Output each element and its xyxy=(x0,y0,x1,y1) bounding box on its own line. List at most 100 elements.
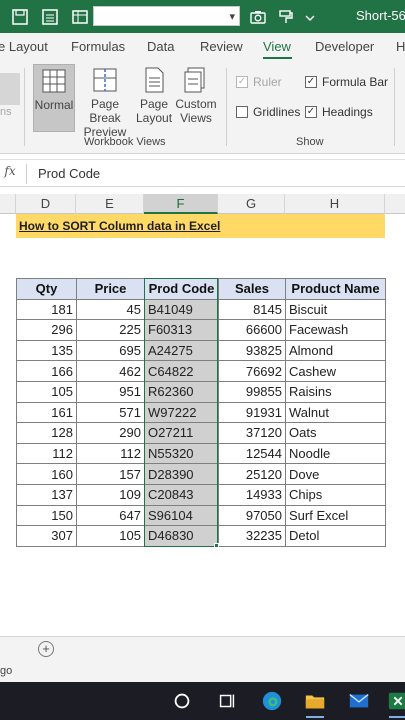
cell-qty[interactable]: 128 xyxy=(16,422,77,444)
cell-prod-code[interactable]: B41049 xyxy=(144,298,219,321)
cell-prod-code[interactable]: C64822 xyxy=(144,360,219,382)
formula-input[interactable]: Prod Code xyxy=(38,166,100,181)
customize-dropdown-icon[interactable] xyxy=(304,7,316,27)
function-icon[interactable]: fx xyxy=(0,164,20,178)
cell-prod-code[interactable]: O27211 xyxy=(144,422,219,444)
table-icon[interactable] xyxy=(70,7,90,27)
cell-qty[interactable]: 296 xyxy=(16,319,77,341)
mail-icon[interactable] xyxy=(347,689,371,713)
cell-product-name[interactable]: Detol xyxy=(285,525,386,547)
page-layout-button[interactable]: Page Layout xyxy=(136,64,172,132)
headings-checkbox[interactable]: ✓ Headings xyxy=(305,105,373,119)
cell-product-name[interactable]: Noodle xyxy=(285,442,386,465)
cell-prod-code[interactable]: A24275 xyxy=(144,339,219,362)
cell-sales[interactable]: 91931 xyxy=(218,401,286,424)
header-cell-qty[interactable]: Qty xyxy=(16,278,77,300)
edge-icon[interactable] xyxy=(260,689,284,713)
cell-product-name[interactable]: Chips xyxy=(285,483,386,506)
cell-price[interactable]: 695 xyxy=(76,339,145,362)
cell-qty[interactable]: 105 xyxy=(16,380,77,403)
cell-prod-code[interactable]: F60313 xyxy=(144,319,219,341)
cell-qty[interactable]: 137 xyxy=(16,483,77,506)
column-header-e[interactable]: E xyxy=(76,194,144,214)
cell-sales[interactable]: 8145 xyxy=(218,298,286,321)
formula-bar-checkbox[interactable]: ✓ Formula Bar xyxy=(305,75,388,89)
cell-qty[interactable]: 160 xyxy=(16,463,77,485)
cell-qty[interactable]: 166 xyxy=(16,360,77,382)
cell-qty[interactable]: 112 xyxy=(16,442,77,465)
cell-price[interactable]: 109 xyxy=(76,483,145,506)
fill-handle[interactable] xyxy=(214,543,219,548)
form-icon[interactable] xyxy=(40,7,60,27)
custom-views-button[interactable]: Custom Views xyxy=(175,64,217,132)
cell-prod-code[interactable]: W97222 xyxy=(144,401,219,424)
header-cell-prod-code[interactable]: Prod Code xyxy=(144,278,219,300)
cell-qty[interactable]: 150 xyxy=(16,504,77,527)
cell-sales[interactable]: 14933 xyxy=(218,483,286,506)
header-cell-price[interactable]: Price xyxy=(76,278,145,300)
cell-sales[interactable]: 93825 xyxy=(218,339,286,362)
cell-product-name[interactable]: Walnut xyxy=(285,401,386,424)
tab-data[interactable]: Data xyxy=(147,39,174,54)
column-header-h[interactable]: H xyxy=(285,194,385,214)
excel-icon[interactable] xyxy=(386,689,405,718)
tab-help[interactable]: H xyxy=(396,39,405,54)
cell-sales[interactable]: 76692 xyxy=(218,360,286,382)
cell-sales[interactable]: 25120 xyxy=(218,463,286,485)
cell-qty[interactable]: 307 xyxy=(16,525,77,547)
cell-prod-code[interactable]: D28390 xyxy=(144,463,219,485)
cell-prod-code[interactable]: N55320 xyxy=(144,442,219,465)
cell-sales[interactable]: 32235 xyxy=(218,525,286,547)
camera-icon[interactable] xyxy=(248,7,268,27)
cell-price[interactable]: 45 xyxy=(76,298,145,321)
tab-view[interactable]: View xyxy=(263,39,291,54)
partial-button[interactable] xyxy=(0,73,20,105)
cell-qty[interactable]: 135 xyxy=(16,339,77,362)
header-cell-product-name[interactable]: Product Name xyxy=(285,278,386,300)
cell-qty[interactable]: 161 xyxy=(16,401,77,424)
worksheet-grid[interactable]: How to SORT Column data in Excel Qty Pri… xyxy=(0,214,405,634)
save-icon[interactable] xyxy=(10,7,30,27)
cell-product-name[interactable]: Biscuit xyxy=(285,298,386,321)
header-cell-sales[interactable]: Sales xyxy=(218,278,286,300)
cell-prod-code[interactable]: R62360 xyxy=(144,380,219,403)
cell-qty[interactable]: 181 xyxy=(16,298,77,321)
cell-product-name[interactable]: Surf Excel xyxy=(285,504,386,527)
column-header-g[interactable]: G xyxy=(218,194,285,214)
cell-price[interactable]: 462 xyxy=(76,360,145,382)
file-explorer-icon[interactable] xyxy=(303,689,327,718)
tab-page-layout[interactable]: e Layout xyxy=(0,39,48,54)
cell-prod-code[interactable]: S96104 xyxy=(144,504,219,527)
cell-sales[interactable]: 97050 xyxy=(218,504,286,527)
cell-price[interactable]: 290 xyxy=(76,422,145,444)
cell-product-name[interactable]: Raisins xyxy=(285,380,386,403)
column-header-f[interactable]: F xyxy=(144,194,218,214)
cell-price[interactable]: 225 xyxy=(76,319,145,341)
tab-developer[interactable]: Developer xyxy=(315,39,374,54)
cell-sales[interactable]: 37120 xyxy=(218,422,286,444)
cell-sales[interactable]: 99855 xyxy=(218,380,286,403)
cell-price[interactable]: 571 xyxy=(76,401,145,424)
cell-prod-code[interactable]: C20843 xyxy=(144,483,219,506)
cell-price[interactable]: 157 xyxy=(76,463,145,485)
cell-product-name[interactable]: Cashew xyxy=(285,360,386,382)
cortana-icon[interactable] xyxy=(170,689,194,713)
select-all-corner[interactable] xyxy=(0,194,16,214)
cell-price[interactable]: 105 xyxy=(76,525,145,547)
cell-product-name[interactable]: Almond xyxy=(285,339,386,362)
tab-formulas[interactable]: Formulas xyxy=(71,39,125,54)
quick-access-input[interactable]: ▾ xyxy=(93,6,240,26)
normal-view-button[interactable]: Normal xyxy=(33,64,75,132)
cell-prod-code[interactable]: D46830 xyxy=(144,525,219,547)
cell-price[interactable]: 112 xyxy=(76,442,145,465)
title-banner[interactable]: How to SORT Column data in Excel xyxy=(16,214,385,238)
page-break-preview-button[interactable]: Page Break Preview xyxy=(77,64,133,139)
cell-product-name[interactable]: Oats xyxy=(285,422,386,444)
format-painter-icon[interactable] xyxy=(276,7,296,27)
tab-review[interactable]: Review xyxy=(200,39,243,54)
cell-sales[interactable]: 12544 xyxy=(218,442,286,465)
cell-product-name[interactable]: Facewash xyxy=(285,319,386,341)
add-sheet-button[interactable]: + xyxy=(38,641,54,657)
gridlines-checkbox[interactable]: Gridlines xyxy=(236,105,300,119)
cell-price[interactable]: 647 xyxy=(76,504,145,527)
